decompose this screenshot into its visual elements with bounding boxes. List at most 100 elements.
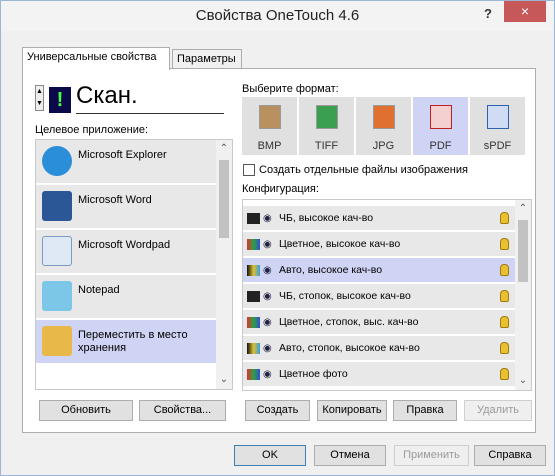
- config-item[interactable]: ◉ Цветное фото: [243, 362, 517, 387]
- config-item-selected[interactable]: ◉ Авто, высокое кач-во: [243, 258, 517, 283]
- copy-button[interactable]: Копировать: [317, 400, 387, 421]
- app-item-wordpad[interactable]: Microsoft Wordpad: [36, 230, 218, 274]
- scroll-down-icon[interactable]: ⌄: [216, 373, 232, 387]
- scroll-down-icon[interactable]: ⌄: [515, 374, 531, 388]
- eye-icon: ◉: [263, 239, 272, 250]
- scroll-up-icon[interactable]: ⌃: [216, 142, 232, 156]
- config-item-label: Авто, высокое кач-во: [279, 264, 383, 276]
- eye-icon: ◉: [263, 317, 272, 328]
- scan-button-title: Скан.: [76, 82, 138, 109]
- app-item-label: Microsoft Wordpad: [78, 239, 171, 251]
- eye-icon: ◉: [263, 343, 272, 354]
- tab-parameters[interactable]: Параметры: [172, 49, 242, 69]
- eye-icon: ◉: [263, 369, 272, 380]
- ok-button[interactable]: OK: [234, 445, 306, 466]
- auto-icon: [247, 265, 260, 276]
- config-item-label: ЧБ, высокое кач-во: [279, 212, 374, 224]
- spinner-down-icon[interactable]: ▼: [36, 98, 43, 110]
- bmp-icon: [259, 105, 281, 129]
- config-item-label: Цветное, стопок, выс. кач-во: [279, 316, 419, 328]
- help-title-button[interactable]: ?: [476, 4, 500, 24]
- lock-icon: [500, 342, 509, 354]
- lock-icon: [500, 212, 509, 224]
- format-label: Выберите формат:: [242, 83, 339, 95]
- config-item[interactable]: ◉ ЧБ, высокое кач-во: [243, 206, 517, 231]
- lock-icon: [500, 368, 509, 380]
- refresh-button[interactable]: Обновить: [39, 400, 133, 421]
- properties-dialog: Свойства OneTouch 4.6 ? × Универсальные …: [0, 0, 555, 476]
- scroll-up-icon[interactable]: ⌃: [515, 202, 531, 216]
- separate-files-checkbox[interactable]: [243, 164, 255, 176]
- window-title: Свойства OneTouch 4.6: [195, 7, 360, 24]
- apply-button[interactable]: Применить: [394, 445, 469, 466]
- create-button[interactable]: Создать: [245, 400, 310, 421]
- lock-icon: [500, 264, 509, 276]
- app-item-label: Переместить в место хранения: [78, 329, 188, 354]
- format-tiff[interactable]: TIFF: [299, 97, 355, 155]
- scroll-thumb[interactable]: [219, 160, 229, 238]
- configuration-list[interactable]: ◉ ЧБ, высокое кач-во ◉ Цветное, высокое …: [242, 199, 532, 391]
- app-item-storage[interactable]: Переместить в место хранения: [36, 320, 218, 364]
- edit-button[interactable]: Правка: [393, 400, 457, 421]
- format-label-text: TIFF: [314, 140, 339, 152]
- config-item-label: Авто, стопок, высокое кач-во: [279, 342, 420, 354]
- word-icon: [42, 191, 72, 221]
- format-label-text: BMP: [257, 140, 282, 152]
- lock-icon: [500, 290, 509, 302]
- tab-universal-properties[interactable]: Универсальные свойства: [22, 47, 170, 70]
- format-pdf[interactable]: PDF: [413, 97, 469, 155]
- notepad-icon: [42, 281, 72, 311]
- target-app-label: Целевое приложение:: [35, 124, 149, 136]
- app-item-explorer[interactable]: Microsoft Explorer: [36, 140, 218, 184]
- color-icon: [247, 317, 260, 328]
- scroll-thumb[interactable]: [518, 220, 528, 282]
- wordpad-icon: [42, 236, 72, 266]
- close-button[interactable]: ×: [504, 1, 546, 22]
- separate-files-label: Создать отдельные файлы изображения: [259, 164, 468, 176]
- help-button[interactable]: Справка: [474, 445, 546, 466]
- format-label-text: PDF: [429, 140, 452, 152]
- config-item[interactable]: ◉ ЧБ, стопок, высокое кач-во: [243, 284, 517, 309]
- format-spdf[interactable]: sPDF: [470, 97, 526, 155]
- jpg-icon: [373, 105, 395, 129]
- config-item-label: ЧБ, стопок, высокое кач-во: [279, 290, 411, 302]
- bw-icon: [247, 291, 260, 302]
- pdf-icon: [430, 105, 452, 129]
- app-item-notepad[interactable]: Notepad: [36, 275, 218, 319]
- cancel-button[interactable]: Отмена: [314, 445, 386, 466]
- format-jpg[interactable]: JPG: [356, 97, 412, 155]
- scan-title-underline: [76, 113, 224, 114]
- app-list-scrollbar[interactable]: ⌃ ⌄: [216, 140, 232, 389]
- spinner-up-icon[interactable]: ▲: [36, 86, 43, 98]
- config-item[interactable]: ◉ Авто, стопок, высокое кач-во: [243, 336, 517, 361]
- scan-button-spinner[interactable]: ▲ ▼: [35, 85, 44, 111]
- tiff-icon: [316, 105, 338, 129]
- spdf-icon: [487, 105, 509, 129]
- delete-button[interactable]: Удалить: [464, 400, 532, 421]
- config-list-scrollbar[interactable]: ⌃ ⌄: [515, 200, 531, 390]
- storage-folder-icon: [42, 326, 72, 356]
- config-item[interactable]: ◉ Цветное, высокое кач-во: [243, 232, 517, 257]
- format-bmp[interactable]: BMP: [242, 97, 298, 155]
- properties-button[interactable]: Свойства...: [139, 400, 226, 421]
- config-item[interactable]: ◉ Цветное, стопок, выс. кач-во: [243, 310, 517, 335]
- app-item-word[interactable]: Microsoft Word: [36, 185, 218, 229]
- config-item-label: Цветное фото: [279, 368, 348, 380]
- auto-icon: [247, 343, 260, 354]
- config-label: Конфигурация:: [242, 183, 319, 195]
- target-app-list[interactable]: Microsoft Explorer Microsoft Word Micros…: [35, 139, 233, 390]
- scan-button-icon: !: [49, 87, 71, 113]
- lock-icon: [500, 238, 509, 250]
- bw-icon: [247, 213, 260, 224]
- color-icon: [247, 239, 260, 250]
- app-item-label: Microsoft Word: [78, 194, 152, 206]
- eye-icon: ◉: [263, 265, 272, 276]
- eye-icon: ◉: [263, 213, 272, 224]
- app-item-label: Notepad: [78, 284, 120, 296]
- eye-icon: ◉: [263, 291, 272, 302]
- app-item-label: Microsoft Explorer: [78, 149, 167, 161]
- format-label-text: sPDF: [483, 140, 512, 152]
- config-item-label: Цветное, высокое кач-во: [279, 238, 401, 250]
- format-label-text: JPG: [372, 140, 395, 152]
- lock-icon: [500, 316, 509, 328]
